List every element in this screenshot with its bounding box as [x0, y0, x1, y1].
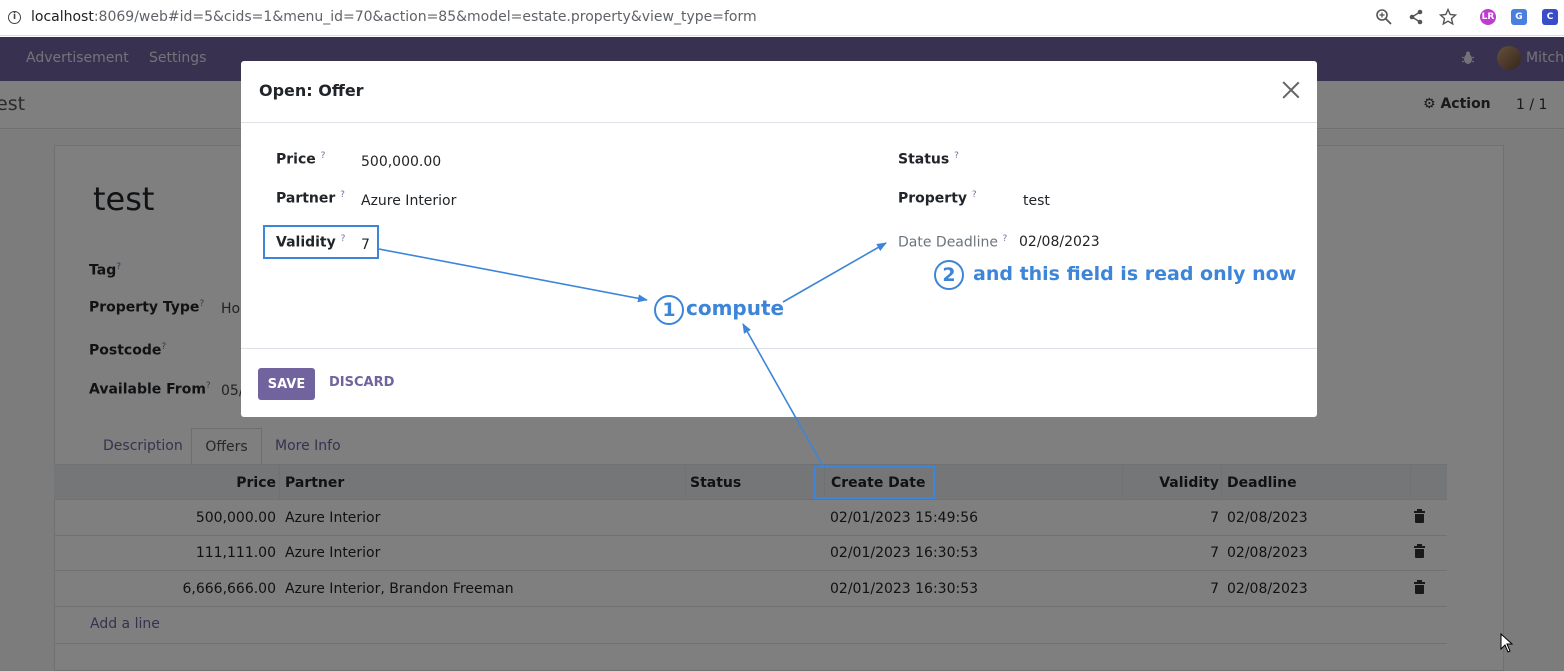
mouse-pointer-icon — [1500, 632, 1514, 657]
step-2-caption: and this field is read only now — [973, 263, 1297, 285]
annotation-arrows — [378, 242, 887, 467]
step-1-badge: 1 — [654, 295, 684, 325]
step-2-badge: 2 — [934, 260, 964, 290]
step-1-caption: compute — [686, 296, 785, 320]
